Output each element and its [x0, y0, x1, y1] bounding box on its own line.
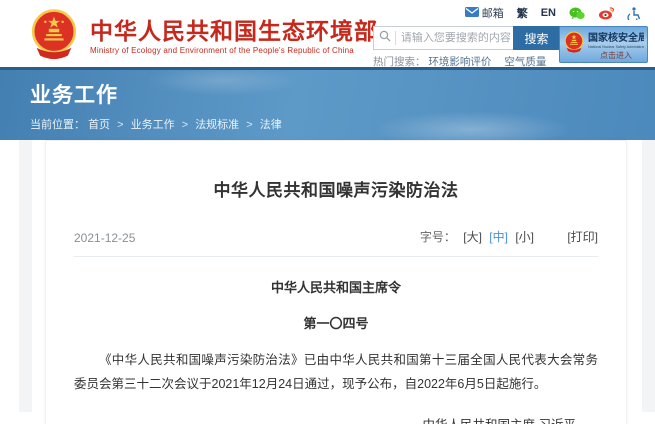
font-size-medium[interactable]: [中]	[489, 230, 508, 244]
section-title: 业务工作	[0, 70, 655, 109]
search-divider	[395, 31, 396, 45]
decree-paragraph: 《中华人民共和国噪声污染防治法》已由中华人民共和国第十三届全国人民代表大会常务委…	[74, 348, 598, 397]
search-area: 搜索	[373, 26, 560, 50]
ministry-names: 中华人民共和国生态环境部 Ministry of Ecology and Env…	[90, 18, 378, 55]
publish-date: 2021-12-25	[74, 231, 135, 245]
main-area: 中华人民共和国噪声污染防治法 2021-12-25 字号： [大] [中] [小…	[0, 140, 655, 412]
nnsa-subtitle: National Nuclear Safety Administration	[588, 44, 638, 49]
search-icon	[379, 29, 391, 47]
right-gutter	[642, 140, 655, 412]
signature-line: 中华人民共和国主席 习近平	[74, 414, 598, 424]
site-logo[interactable]: 中华人民共和国生态环境部 Ministry of Ecology and Env…	[28, 7, 378, 66]
traditional-chinese-toggle[interactable]: 繁	[517, 5, 528, 21]
ministry-name-zh: 中华人民共和国生态环境部	[90, 18, 378, 44]
ministry-name-en: Ministry of Ecology and Environment of t…	[90, 46, 378, 55]
document-meta-row: 2021-12-25 字号： [大] [中] [小] [打印]	[74, 228, 598, 257]
document-title: 中华人民共和国噪声污染防治法	[74, 141, 598, 201]
english-toggle[interactable]: EN	[541, 7, 556, 19]
section-banner: 业务工作 当前位置： 首页 > 业务工作 > 法规标准 > 法律	[0, 67, 655, 140]
breadcrumb: 当前位置： 首页 > 业务工作 > 法规标准 > 法律	[0, 109, 655, 132]
nnsa-enter-label: 点击进入	[588, 50, 644, 61]
nnsa-banner-link[interactable]: 国家核安全局 National Nuclear Safety Administr…	[559, 26, 648, 63]
breadcrumb-separator: >	[117, 119, 123, 131]
mail-label: 邮箱	[482, 5, 504, 21]
site-header: 中华人民共和国生态环境部 Ministry of Ecology and Env…	[0, 0, 655, 67]
article-card: 中华人民共和国噪声污染防治法 2021-12-25 字号： [大] [中] [小…	[45, 140, 627, 424]
weibo-icon[interactable]	[598, 7, 614, 20]
decree-number: 第一〇四号	[74, 313, 598, 332]
decree-heading: 中华人民共和国主席令	[74, 277, 598, 296]
nnsa-title: 国家核安全局	[588, 29, 644, 44]
accessibility-icon[interactable]	[627, 7, 641, 20]
topbar: 邮箱 繁 EN	[465, 5, 641, 21]
breadcrumb-work[interactable]: 业务工作	[131, 119, 175, 131]
search-box[interactable]	[373, 26, 513, 50]
mail-icon	[465, 7, 479, 20]
breadcrumb-separator: >	[246, 119, 252, 131]
search-button[interactable]: 搜索	[513, 26, 560, 50]
mail-link[interactable]: 邮箱	[465, 5, 504, 21]
breadcrumb-laws[interactable]: 法律	[260, 119, 282, 131]
left-gutter	[19, 140, 32, 412]
meta-controls: 字号： [大] [中] [小] [打印]	[420, 228, 598, 245]
breadcrumb-regulations[interactable]: 法规标准	[195, 119, 239, 131]
article-body: 中华人民共和国主席令 第一〇四号 《中华人民共和国噪声污染防治法》已由中华人民共…	[74, 277, 598, 424]
wechat-icon[interactable]	[569, 7, 585, 20]
breadcrumb-label: 当前位置：	[30, 119, 85, 131]
font-size-label: 字号：	[420, 230, 456, 244]
nnsa-emblem-icon	[563, 30, 585, 59]
font-size-large[interactable]: [大]	[463, 230, 482, 244]
font-size-small[interactable]: [小]	[515, 230, 534, 244]
print-button[interactable]: [打印]	[567, 230, 598, 244]
nnsa-text: 国家核安全局 National Nuclear Safety Administr…	[588, 29, 644, 61]
national-emblem-icon	[28, 7, 80, 66]
breadcrumb-separator: >	[182, 119, 188, 131]
search-input[interactable]	[401, 32, 513, 44]
breadcrumb-home[interactable]: 首页	[88, 119, 110, 131]
